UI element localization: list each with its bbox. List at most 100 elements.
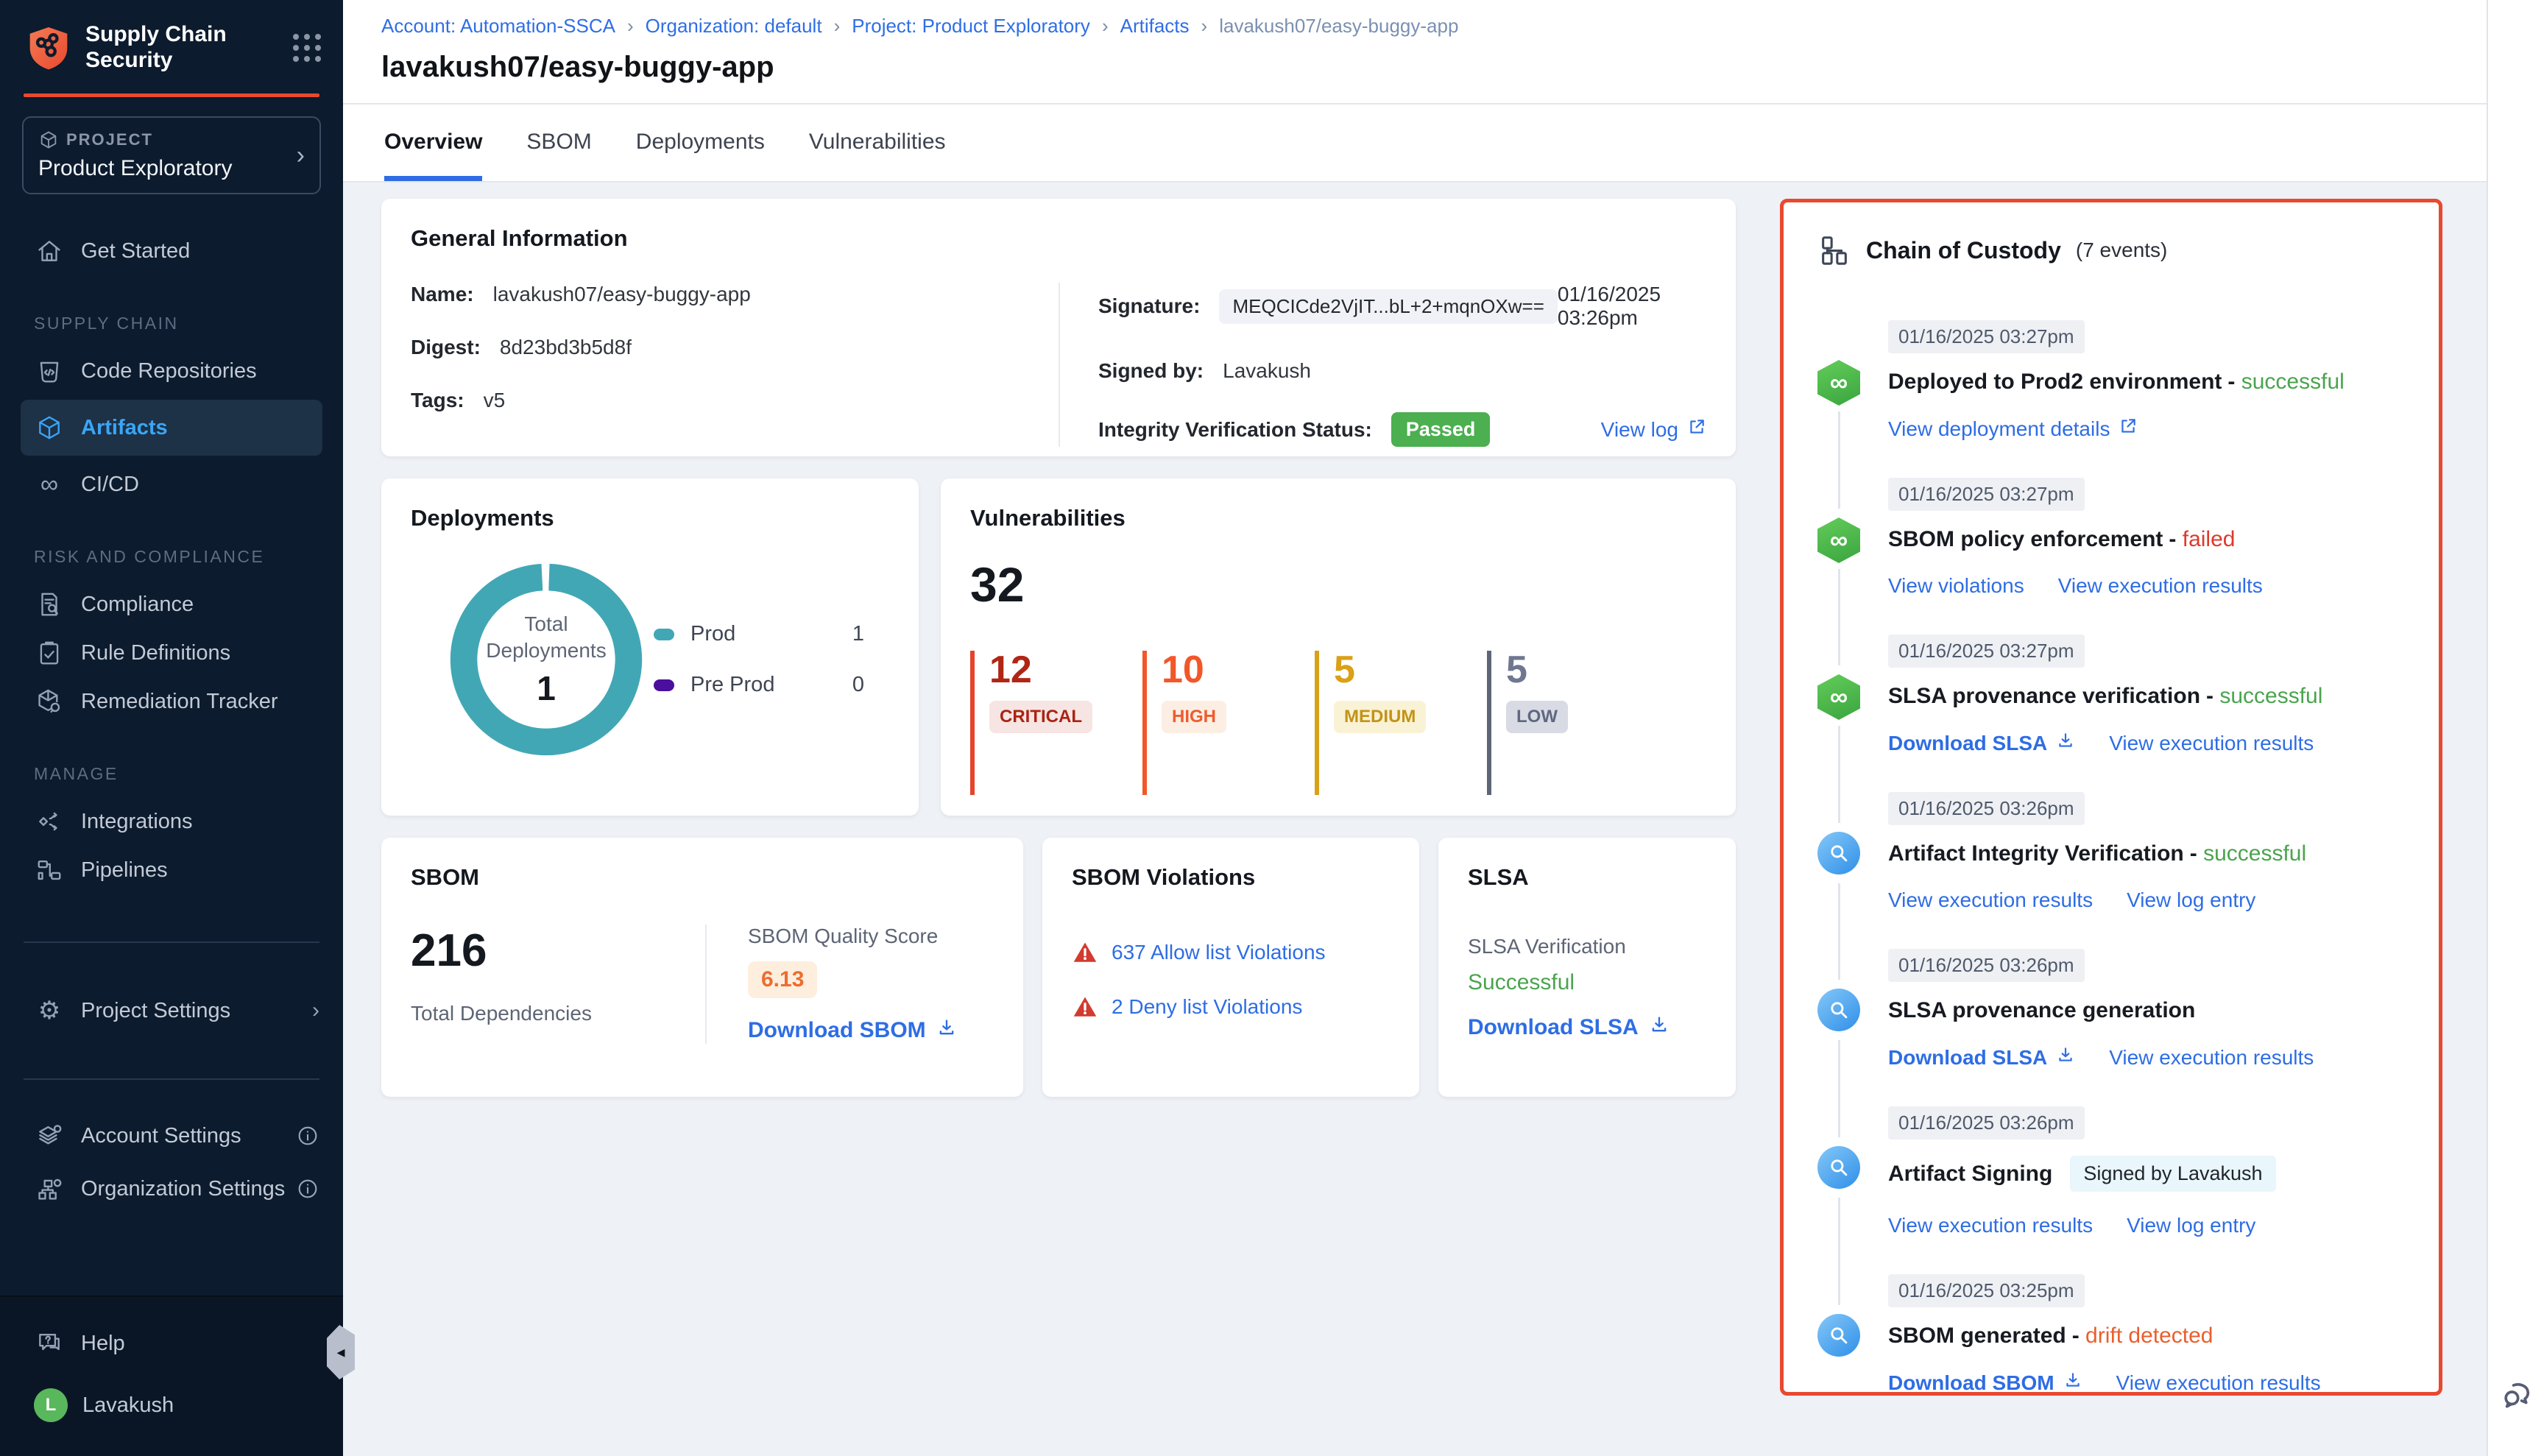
signature-value[interactable]: MEQCICde2VjIT...bL+2+mqnOXw== (1219, 289, 1557, 324)
user-menu[interactable]: L Lavakush (0, 1381, 343, 1430)
deny-list-violations-link[interactable]: 2 Deny list Violations (1072, 994, 1390, 1020)
deployments-legend: Prod 1 Pre Prod 0 (654, 596, 864, 724)
custody-event: 01/16/2025 03:27pm ∞ Deployed to Prod2 e… (1817, 320, 2405, 441)
event-timestamp: 01/16/2025 03:26pm (1888, 1106, 2085, 1139)
vulnerabilities-card: Vulnerabilities 32 12 CRITICAL 10 HIGH 5 (941, 478, 1736, 816)
divider (24, 941, 319, 943)
external-link-icon (2119, 417, 2138, 441)
view-execution-results-link[interactable]: View execution results (2058, 574, 2263, 598)
signed-by-pill: Signed by Lavakush (2070, 1156, 2275, 1192)
view-execution-results-link[interactable]: View execution results (1888, 888, 2093, 912)
sidebar-item-label: CI/CD (81, 473, 139, 497)
download-icon (2056, 1045, 2075, 1070)
event-status: successful (2206, 684, 2322, 709)
info-icon (296, 1177, 319, 1201)
layers-gear-icon (34, 1120, 65, 1151)
sidebar-item-project-settings[interactable]: ⚙ Project Settings › (0, 984, 343, 1037)
sidebar-item-get-started[interactable]: Get Started (0, 227, 343, 275)
sidebar-item-cicd[interactable]: ∞ CI/CD (0, 460, 343, 509)
severity-critical: 12 CRITICAL (970, 651, 1142, 795)
signature-timestamp: 01/16/2025 03:26pm (1558, 283, 1706, 330)
sbom-quality-label: SBOM Quality Score (748, 925, 994, 948)
integrity-status-label: Integrity Verification Status: (1098, 418, 1372, 442)
main-area: Account: Automation-SSCA Organization: d… (343, 0, 2487, 1456)
view-execution-results-link[interactable]: View execution results (2109, 731, 2314, 755)
sidebar-item-label: Rule Definitions (81, 641, 230, 665)
view-execution-results-link[interactable]: View execution results (2109, 1045, 2314, 1070)
section-label-manage: MANAGE (0, 764, 343, 784)
scan-circle-icon (1817, 989, 1860, 1031)
download-slsa-link[interactable]: Download SLSA (1888, 1045, 2075, 1070)
sidebar-item-remediation-tracker[interactable]: Remediation Tracker (0, 677, 343, 726)
legend-label: Pre Prod (690, 673, 774, 697)
sidebar-item-integrations[interactable]: Integrations (0, 797, 343, 846)
app-switcher-grid-icon[interactable] (293, 34, 321, 62)
project-cube-icon (38, 130, 59, 150)
feedback-chat-icon[interactable] (2498, 1377, 2537, 1415)
view-execution-results-link[interactable]: View execution results (2116, 1371, 2321, 1395)
view-deployment-details-link[interactable]: View deployment details (1888, 417, 2138, 441)
sidebar-item-label: Organization Settings (81, 1177, 285, 1201)
sidebar-item-rule-definitions[interactable]: Rule Definitions (0, 629, 343, 677)
sidebar-item-label: Account Settings (81, 1124, 241, 1148)
pipeline-hexagon-icon: ∞ (1817, 517, 1862, 563)
slsa-verification-status: Successful (1468, 970, 1706, 995)
pipeline-hexagon-icon: ∞ (1817, 674, 1862, 720)
download-icon (936, 1017, 957, 1044)
breadcrumb-account[interactable]: Account: Automation-SSCA (381, 15, 646, 38)
sidebar-item-compliance[interactable]: Compliance (0, 580, 343, 629)
sidebar-item-help[interactable]: Help (0, 1319, 343, 1368)
severity-count: 5 (1334, 651, 1487, 689)
event-title: Artifact Integrity Verification (1888, 841, 2184, 866)
breadcrumb-project[interactable]: Project: Product Exploratory (852, 15, 1120, 38)
general-information-card: General Information Name: lavakush07/eas… (381, 199, 1736, 456)
tab-sbom[interactable]: SBOM (526, 105, 591, 181)
sbom-total-dependencies: 216 (411, 925, 705, 977)
remediation-box-icon (34, 686, 65, 717)
sidebar-item-artifacts[interactable]: Artifacts (21, 400, 322, 456)
sidebar-item-label: Pipelines (81, 858, 168, 883)
sbom-violations-card: SBOM Violations 637 Allow list Violation… (1042, 838, 1419, 1097)
download-icon (2056, 731, 2075, 755)
tab-vulnerabilities[interactable]: Vulnerabilities (809, 105, 946, 181)
external-link-icon (1687, 417, 1706, 442)
view-execution-results-link[interactable]: View execution results (1888, 1214, 2093, 1237)
sidebar-item-pipelines[interactable]: Pipelines (0, 846, 343, 894)
sidebar: Supply Chain Security PROJECT Product Ex… (0, 0, 343, 1456)
integrations-icon (34, 806, 65, 837)
tab-overview[interactable]: Overview (384, 105, 482, 181)
sidebar-item-label: Integrations (81, 810, 193, 834)
org-chart-gear-icon (34, 1173, 65, 1204)
tab-deployments[interactable]: Deployments (636, 105, 765, 181)
allow-list-violations-link[interactable]: 637 Allow list Violations (1072, 939, 1390, 966)
download-slsa-link[interactable]: Download SLSA (1888, 731, 2075, 755)
tags-label: Tags: (411, 389, 464, 412)
download-slsa-link[interactable]: Download SLSA (1468, 1014, 1706, 1041)
card-title: SBOM (411, 864, 994, 891)
download-sbom-link[interactable]: Download SBOM (748, 1017, 994, 1044)
artifacts-cube-icon (34, 412, 65, 443)
view-log-entry-link[interactable]: View log entry (2127, 888, 2255, 912)
project-selector[interactable]: PROJECT Product Exploratory › (22, 116, 321, 194)
download-sbom-link[interactable]: Download SBOM (1888, 1371, 2082, 1395)
artifact-name: lavakush07/easy-buggy-app (493, 283, 751, 306)
project-name: Product Exploratory (38, 156, 297, 181)
severity-badge: CRITICAL (989, 701, 1092, 733)
breadcrumb-organization[interactable]: Organization: default (646, 15, 852, 38)
sidebar-item-code-repositories[interactable]: Code Repositories (0, 347, 343, 395)
sidebar-item-organization-settings[interactable]: Organization Settings (0, 1162, 343, 1215)
warning-icon (1072, 994, 1098, 1020)
view-log-entry-link[interactable]: View log entry (2127, 1214, 2255, 1237)
severity-badge: HIGH (1162, 701, 1226, 733)
tags-value: v5 (484, 389, 506, 412)
event-status: successful (2190, 841, 2306, 866)
sidebar-footer: Help L Lavakush (0, 1296, 343, 1456)
event-title: SBOM generated (1888, 1324, 2066, 1349)
event-timestamp: 01/16/2025 03:27pm (1888, 478, 2085, 511)
sidebar-item-account-settings[interactable]: Account Settings (0, 1109, 343, 1162)
view-log-link[interactable]: View log (1601, 417, 1706, 442)
pipeline-hexagon-icon: ∞ (1817, 360, 1862, 406)
breadcrumb-artifacts[interactable]: Artifacts (1120, 15, 1220, 38)
deployments-card: Deployments Total Deployments 1 (381, 478, 919, 816)
view-violations-link[interactable]: View violations (1888, 574, 2024, 598)
